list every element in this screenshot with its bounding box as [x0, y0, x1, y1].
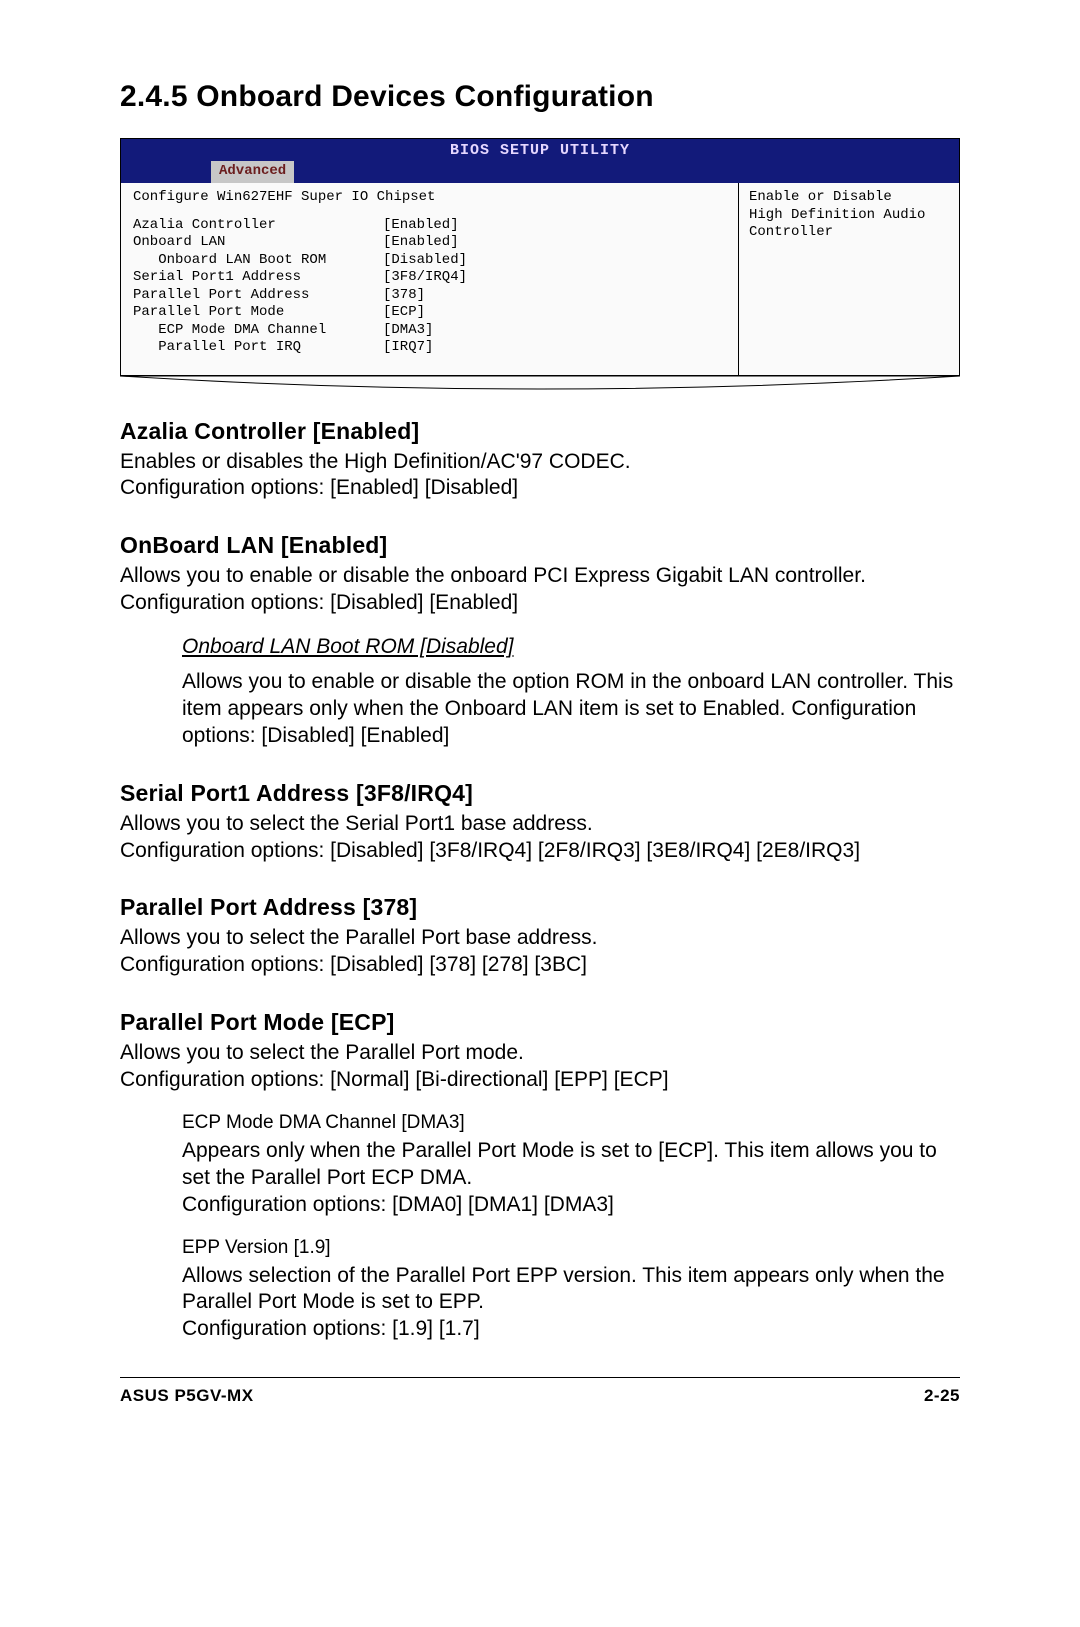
- bios-option-label: Onboard LAN: [133, 234, 383, 252]
- sub-option-body: Allows you to enable or disable the opti…: [182, 669, 960, 750]
- option-heading: Parallel Port Mode [ECP]: [120, 1009, 960, 1036]
- sub-option-heading: ECP Mode DMA Channel [DMA3]: [182, 1112, 960, 1134]
- bios-option-value: [DMA3]: [383, 322, 433, 340]
- bios-option-row[interactable]: ECP Mode DMA Channel[DMA3]: [133, 322, 728, 340]
- bios-left-heading: Configure Win627EHF Super IO Chipset: [133, 189, 728, 207]
- footer-rule: [120, 1377, 960, 1378]
- option-description: Azalia Controller [Enabled] Enables or di…: [120, 418, 960, 503]
- bios-setup-utility: BIOS SETUP UTILITY Advanced Configure Wi…: [120, 138, 960, 390]
- option-heading: Parallel Port Address [378]: [120, 894, 960, 921]
- bios-option-label: Serial Port1 Address: [133, 269, 383, 287]
- bios-option-value: [3F8/IRQ4]: [383, 269, 467, 287]
- page-footer: ASUS P5GV-MX 2-25: [120, 1386, 960, 1406]
- bios-option-value: [IRQ7]: [383, 339, 433, 357]
- bios-option-value: [Enabled]: [383, 234, 459, 252]
- sub-option-body: Allows selection of the Parallel Port EP…: [182, 1263, 960, 1344]
- option-body: Allows you to select the Parallel Port m…: [120, 1040, 960, 1094]
- option-description: Parallel Port Mode [ECP] Allows you to se…: [120, 1009, 960, 1343]
- bios-left-panel: Configure Win627EHF Super IO Chipset Aza…: [121, 183, 739, 375]
- sub-option-body: Appears only when the Parallel Port Mode…: [182, 1138, 960, 1219]
- bios-option-label: ECP Mode DMA Channel: [133, 322, 383, 340]
- sub-option-description: ECP Mode DMA Channel [DMA3] Appears only …: [120, 1112, 960, 1219]
- bios-option-value: [Disabled]: [383, 252, 467, 270]
- option-description: Serial Port1 Address [3F8/IRQ4] Allows yo…: [120, 780, 960, 865]
- sub-option-description: Onboard LAN Boot ROM [Disabled] Allows yo…: [120, 635, 960, 750]
- page: 2.4.5 Onboard Devices Configuration BIOS…: [0, 0, 1080, 1466]
- bios-option-value: [ECP]: [383, 304, 425, 322]
- bios-help-text: Enable or Disable High Definition Audio …: [749, 189, 949, 242]
- bios-option-value: [378]: [383, 287, 425, 305]
- bios-tab-advanced[interactable]: Advanced: [211, 161, 294, 183]
- bios-header: BIOS SETUP UTILITY Advanced: [121, 139, 959, 183]
- bios-tabs: Advanced: [121, 161, 959, 183]
- section-title: 2.4.5 Onboard Devices Configuration: [120, 80, 960, 114]
- bios-option-row[interactable]: Parallel Port Mode[ECP]: [133, 304, 728, 322]
- option-heading: Azalia Controller [Enabled]: [120, 418, 960, 445]
- option-body: Allows you to select the Serial Port1 ba…: [120, 811, 960, 865]
- footer-left: ASUS P5GV-MX: [120, 1386, 254, 1406]
- bios-option-value: [Enabled]: [383, 217, 459, 235]
- bios-option-row[interactable]: Parallel Port IRQ[IRQ7]: [133, 339, 728, 357]
- bios-option-row[interactable]: Azalia Controller[Enabled]: [133, 217, 728, 235]
- bios-help-panel: Enable or Disable High Definition Audio …: [739, 183, 959, 375]
- bios-header-title: BIOS SETUP UTILITY: [121, 142, 959, 161]
- sub-option-description: EPP Version [1.9] Allows selection of the…: [120, 1237, 960, 1344]
- option-description: Parallel Port Address [378] Allows you to…: [120, 894, 960, 979]
- option-body: Enables or disables the High Definition/…: [120, 449, 960, 503]
- sub-option-heading: EPP Version [1.9]: [182, 1237, 960, 1259]
- bios-option-label: Parallel Port IRQ: [133, 339, 383, 357]
- option-heading: Serial Port1 Address [3F8/IRQ4]: [120, 780, 960, 807]
- sub-option-heading: Onboard LAN Boot ROM [Disabled]: [182, 635, 514, 659]
- bios-option-label: Azalia Controller: [133, 217, 383, 235]
- option-body: Allows you to enable or disable the onbo…: [120, 563, 960, 617]
- bios-option-label: Onboard LAN Boot ROM: [133, 252, 383, 270]
- bios-option-row[interactable]: Parallel Port Address[378]: [133, 287, 728, 305]
- bios-option-label: Parallel Port Address: [133, 287, 383, 305]
- bios-bottom-curve: [120, 376, 960, 390]
- bios-option-row[interactable]: Onboard LAN Boot ROM[Disabled]: [133, 252, 728, 270]
- footer-right: 2-25: [924, 1386, 960, 1406]
- option-description: OnBoard LAN [Enabled] Allows you to enabl…: [120, 532, 960, 749]
- bios-option-row[interactable]: Serial Port1 Address[3F8/IRQ4]: [133, 269, 728, 287]
- bios-option-label: Parallel Port Mode: [133, 304, 383, 322]
- option-body: Allows you to select the Parallel Port b…: [120, 925, 960, 979]
- bios-option-row[interactable]: Onboard LAN[Enabled]: [133, 234, 728, 252]
- option-heading: OnBoard LAN [Enabled]: [120, 532, 960, 559]
